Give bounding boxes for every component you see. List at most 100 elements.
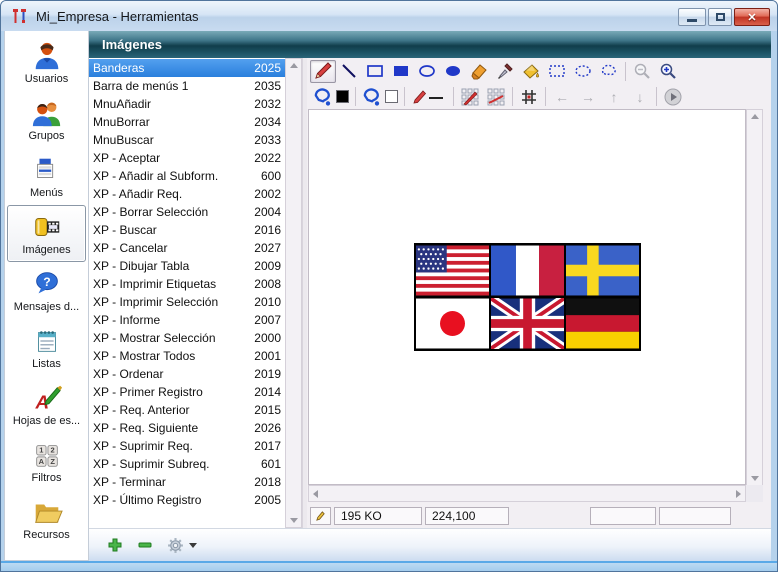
- list-item[interactable]: MnuAñadir2032: [89, 95, 286, 113]
- list-item[interactable]: XP - Ordenar2019: [89, 365, 286, 383]
- list-item[interactable]: XP - Aceptar2022: [89, 149, 286, 167]
- list-item[interactable]: MnuBuscar2033: [89, 131, 286, 149]
- list-item[interactable]: XP - Suprimir Req.2017: [89, 437, 286, 455]
- zoom-in-button[interactable]: [655, 60, 681, 83]
- list-item[interactable]: XP - Buscar2016: [89, 221, 286, 239]
- list-item[interactable]: XP - Dibujar Tabla2009: [89, 257, 286, 275]
- list-item[interactable]: XP - Suprimir Subreq.601: [89, 455, 286, 473]
- image-name: XP - Dibujar Tabla: [93, 259, 254, 273]
- select-rectangle-tool-button[interactable]: [544, 60, 570, 83]
- editor-statusbar: 195 KO 224,100: [307, 505, 771, 527]
- image-id: 2002: [254, 187, 281, 201]
- flag-france: [491, 245, 564, 296]
- list-item[interactable]: XP - Añadir al Subform.600: [89, 167, 286, 185]
- image-name: Barra de menús 1: [93, 79, 254, 93]
- image-name: XP - Ordenar: [93, 367, 254, 381]
- maximize-button[interactable]: [708, 8, 732, 26]
- sidebar-item-filtros[interactable]: 12AZFiltros: [7, 433, 86, 490]
- image-id: 2035: [254, 79, 281, 93]
- fill-bucket-tool-button[interactable]: [518, 60, 544, 83]
- scroll-up-icon[interactable]: [751, 114, 759, 119]
- sidebar-item-grupos[interactable]: Grupos: [7, 91, 86, 148]
- recursos-icon: [31, 496, 63, 528]
- scroll-down-icon[interactable]: [290, 518, 298, 523]
- minimize-button[interactable]: [678, 8, 706, 26]
- eyedropper-tool-button[interactable]: [492, 60, 518, 83]
- line-style-button[interactable]: [408, 85, 450, 108]
- list-item[interactable]: XP - Primer Registro2014: [89, 383, 286, 401]
- line-tool-button[interactable]: [336, 60, 362, 83]
- background-color-button[interactable]: [359, 85, 401, 108]
- sidebar-item-imagenes[interactable]: Imágenes: [7, 205, 86, 262]
- image-id: 2033: [254, 133, 281, 147]
- sidebar: Usuarios Grupos MenúsImágenes?Mensajes d..…: [4, 31, 89, 561]
- image-id: 601: [261, 457, 281, 471]
- rectangle-tool-button[interactable]: [362, 60, 388, 83]
- list-item[interactable]: XP - Mostrar Selección2000: [89, 329, 286, 347]
- status-pencil-box: [310, 507, 331, 525]
- scroll-right-icon[interactable]: [736, 490, 741, 498]
- pencil-tool-button[interactable]: [310, 60, 336, 83]
- arrow-down-icon: ↓: [629, 89, 651, 105]
- canvas-horizontal-scrollbar[interactable]: [308, 485, 746, 502]
- list-item[interactable]: XP - Mostrar Todos2001: [89, 347, 286, 365]
- move-down-button[interactable]: ↓: [627, 85, 653, 108]
- hotspot-button[interactable]: [516, 85, 542, 108]
- sidebar-item-mensajes[interactable]: ?Mensajes d...: [7, 262, 86, 319]
- image-id: 2022: [254, 151, 281, 165]
- add-image-button[interactable]: [107, 537, 123, 553]
- sidebar-item-recursos[interactable]: Recursos: [7, 490, 86, 547]
- list-item[interactable]: XP - Último Registro2005: [89, 491, 286, 509]
- image-name: MnuBuscar: [93, 133, 254, 147]
- filled-rectangle-tool-button[interactable]: [388, 60, 414, 83]
- canvas-vertical-scrollbar[interactable]: [746, 109, 763, 486]
- foreground-color-button[interactable]: [310, 85, 352, 108]
- list-scrollbar[interactable]: [285, 58, 302, 528]
- list-item[interactable]: Barra de menús 12035: [89, 77, 286, 95]
- list-item[interactable]: XP - Imprimir Selección2010: [89, 293, 286, 311]
- select-ellipse-tool-button[interactable]: [570, 60, 596, 83]
- image-name: XP - Añadir al Subform.: [93, 169, 261, 183]
- list-item[interactable]: XP - Req. Siguiente2026: [89, 419, 286, 437]
- pointer-icon: [362, 87, 382, 107]
- listas-icon: [31, 325, 63, 357]
- list-item[interactable]: XP - Cancelar2027: [89, 239, 286, 257]
- close-button[interactable]: ✕: [734, 8, 770, 26]
- pencil-icon: [314, 510, 327, 523]
- list-item[interactable]: XP - Req. Anterior2015: [89, 401, 286, 419]
- sidebar-item-menus[interactable]: Menús: [7, 148, 86, 205]
- scroll-down-icon[interactable]: [751, 476, 759, 481]
- image-id: 2018: [254, 475, 281, 489]
- minus-icon: [137, 537, 153, 553]
- select-freeform-tool-button[interactable]: [596, 60, 622, 83]
- move-right-button[interactable]: →: [575, 85, 601, 108]
- move-up-button[interactable]: ↑: [601, 85, 627, 108]
- filled-ellipse-tool-button[interactable]: [440, 60, 466, 83]
- zoom-out-button[interactable]: [629, 60, 655, 83]
- sidebar-item-listas[interactable]: Listas: [7, 319, 86, 376]
- pixel-grid-button[interactable]: [457, 85, 483, 108]
- preview-button[interactable]: [660, 85, 686, 108]
- eraser-tool-button[interactable]: [466, 60, 492, 83]
- list-item[interactable]: XP - Informe2007: [89, 311, 286, 329]
- window-bottom-border: [1, 561, 778, 572]
- list-item[interactable]: Banderas2025: [89, 59, 286, 77]
- scroll-up-icon[interactable]: [290, 63, 298, 68]
- list-item[interactable]: XP - Añadir Req.2002: [89, 185, 286, 203]
- sidebar-item-hojas[interactable]: AHojas de es...: [7, 376, 86, 433]
- settings-menu-button[interactable]: [167, 537, 197, 554]
- remove-image-button[interactable]: [137, 537, 153, 553]
- list-item[interactable]: XP - Terminar2018: [89, 473, 286, 491]
- sidebar-item-usuarios[interactable]: Usuarios: [7, 34, 86, 91]
- drawing-canvas[interactable]: [308, 109, 746, 485]
- move-left-button[interactable]: ←: [549, 85, 575, 108]
- scroll-left-icon[interactable]: [313, 490, 318, 498]
- pixel-grid-line-button[interactable]: [483, 85, 509, 108]
- sidebar-item-label: Grupos: [28, 130, 64, 142]
- list-item[interactable]: XP - Borrar Selección2004: [89, 203, 286, 221]
- gear-icon: [167, 537, 184, 554]
- list-item[interactable]: XP - Imprimir Etiquetas2008: [89, 275, 286, 293]
- ellipse-tool-button[interactable]: [414, 60, 440, 83]
- list-item[interactable]: MnuBorrar2034: [89, 113, 286, 131]
- svg-text:?: ?: [43, 275, 50, 289]
